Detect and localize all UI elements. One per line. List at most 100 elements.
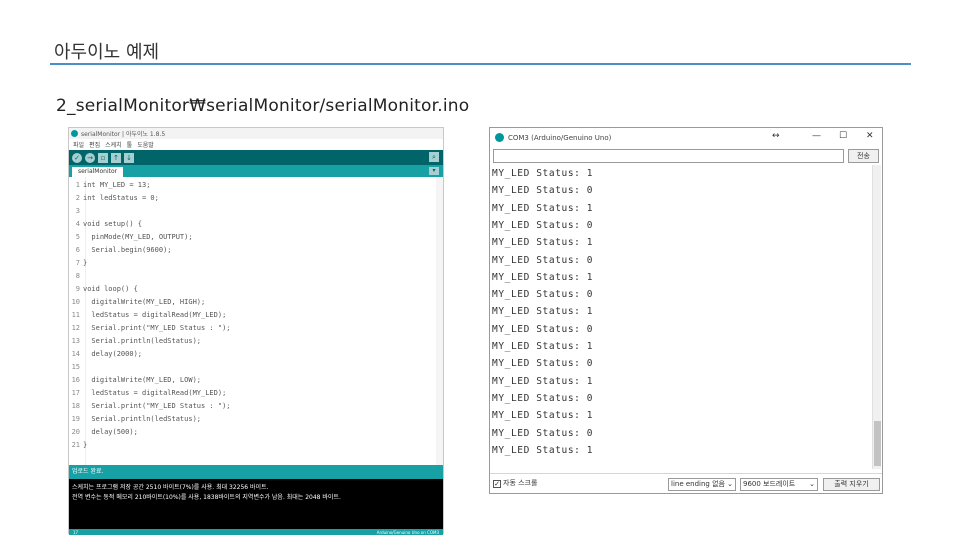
verify-icon[interactable]: ✓	[72, 152, 82, 163]
open-icon[interactable]: ↑	[111, 152, 121, 163]
line-number: 4	[75, 220, 80, 228]
line-number: 6	[75, 246, 80, 254]
code-text: int ledStatus = 0;	[83, 194, 159, 202]
menu-edit[interactable]: 편집	[89, 140, 100, 149]
line-number: 5	[75, 233, 80, 241]
code-text: Serial.print("MY_LED Status : ");	[83, 402, 231, 410]
line-number: 12	[71, 324, 80, 332]
serial-input[interactable]	[493, 149, 844, 163]
code-line: 1 int MY_LED = 13;	[69, 180, 151, 191]
code-line: 11 ledStatus = digitalRead(MY_LED);	[69, 310, 227, 321]
line-number: 18	[71, 402, 80, 410]
code-line: 6 Serial.begin(9600);	[69, 245, 172, 256]
serial-output-line: MY_LED Status: 1	[492, 410, 594, 422]
resize-icon[interactable]: ↔	[772, 131, 780, 141]
serial-output-line: MY_LED Status: 0	[492, 323, 594, 335]
serial-output: MY_LED Status: 1 MY_LED Status: 0 MY_LED S…	[491, 165, 873, 469]
close-icon[interactable]: ✕	[866, 131, 874, 141]
line-number: 1	[75, 181, 80, 189]
code-line: 4 void setup() {	[69, 219, 142, 230]
tab-serialmonitor[interactable]: serialMonitor	[72, 167, 124, 177]
baud-rate-select[interactable]: 9600 보드레이트 ⌄	[740, 478, 818, 491]
menu-file[interactable]: 파일	[73, 140, 84, 149]
ide-toolbar: ✓ → ▫ ↑ ↓ ⌕	[69, 150, 443, 165]
autoscroll-checkbox[interactable]: ✓	[493, 480, 501, 488]
minimize-icon[interactable]: —	[812, 131, 821, 141]
serial-monitor-icon[interactable]: ⌕	[429, 152, 439, 162]
code-text: ledStatus = digitalRead(MY_LED);	[83, 311, 227, 319]
ide-console: 스케치는 프로그램 저장 공간 2510 바이트(7%)를 사용. 최대 322…	[69, 479, 443, 529]
serial-output-line: MY_LED Status: 1	[492, 271, 594, 283]
maximize-icon[interactable]: ☐	[839, 131, 847, 141]
line-number: 13	[71, 337, 80, 345]
serial-output-line: MY_LED Status: 1	[492, 306, 594, 318]
baud-rate-value: 9600 보드레이트	[743, 480, 796, 488]
new-icon[interactable]: ▫	[98, 152, 108, 163]
line-number: 16	[71, 376, 80, 384]
code-text: pinMode(MY_LED, OUTPUT);	[83, 233, 193, 241]
line-number: 10	[71, 298, 80, 306]
ide-status-bar: 업로드 완료.	[69, 465, 443, 479]
ide-tabbar: serialMonitor ▾	[69, 165, 443, 177]
menu-sketch[interactable]: 스케치	[105, 140, 122, 149]
menu-help[interactable]: 도움말	[137, 140, 154, 149]
code-line: 14 delay(2000);	[69, 349, 142, 360]
tab-menu-icon[interactable]: ▾	[429, 167, 439, 175]
line-ending-select[interactable]: line ending 없음 ⌄	[668, 478, 736, 491]
code-line: 16 digitalWrite(MY_LED, LOW);	[69, 375, 201, 386]
code-text: void loop() {	[83, 285, 138, 293]
code-line: 9 void loop() {	[69, 284, 138, 295]
code-line: 15	[69, 362, 83, 373]
code-line: 13 Serial.println(ledStatus);	[69, 336, 201, 347]
serial-output-line: MY_LED Status: 0	[492, 427, 594, 439]
code-text: ledStatus = digitalRead(MY_LED);	[83, 389, 227, 397]
serial-output-line: MY_LED Status: 1	[492, 237, 594, 249]
line-number: 20	[71, 428, 80, 436]
code-text: delay(2000);	[83, 350, 143, 358]
code-text: int MY_LED = 13;	[83, 181, 151, 189]
code-text: }	[83, 259, 88, 267]
serial-output-line: MY_LED Status: 0	[492, 219, 594, 231]
line-number: 3	[75, 207, 80, 215]
serial-monitor-titlebar: COM3 (Arduino/Genuino Uno) ↔ — ☐ ✕	[490, 128, 882, 147]
arduino-logo-icon	[495, 133, 504, 142]
serial-scrollbar[interactable]	[872, 165, 881, 469]
menu-tools[interactable]: 툴	[127, 140, 133, 149]
code-line: 21}	[69, 440, 88, 451]
code-line: 8	[69, 271, 83, 282]
line-number: 17	[71, 389, 80, 397]
code-line: 7}	[69, 258, 87, 269]
clear-output-button[interactable]: 출력 지우기	[823, 478, 880, 491]
editor-scrollbar[interactable]	[436, 177, 443, 465]
code-text: Serial.print("MY_LED Status : ");	[83, 324, 231, 332]
line-number: 9	[75, 285, 80, 293]
autoscroll-label: 자동 스크롤	[503, 479, 538, 487]
chevron-down-icon: ⌄	[809, 480, 815, 488]
chevron-down-icon: ⌄	[727, 480, 733, 488]
line-number: 11	[71, 311, 80, 319]
title-divider	[50, 63, 911, 65]
code-text: }	[83, 441, 88, 449]
serial-output-line: MY_LED Status: 1	[492, 168, 594, 179]
code-text: Serial.begin(9600);	[83, 246, 172, 254]
serial-output-line: MY_LED Status: 0	[492, 392, 594, 404]
line-number: 7	[75, 259, 80, 267]
line-number: 19	[71, 415, 80, 423]
code-text: digitalWrite(MY_LED, LOW);	[83, 376, 202, 384]
serial-output-line: MY_LED Status: 1	[492, 341, 594, 352]
code-line: 2 int ledStatus = 0;	[69, 193, 159, 204]
code-line: 17 ledStatus = digitalRead(MY_LED);	[69, 388, 227, 399]
code-editor[interactable]: 1 int MY_LED = 13; 2 int ledStatus = 0; 3 4 vo…	[69, 177, 443, 465]
serial-output-line: MY_LED Status: 0	[492, 185, 594, 197]
send-button[interactable]: 전송	[848, 149, 879, 163]
serial-monitor-title: COM3 (Arduino/Genuino Uno)	[508, 133, 612, 142]
upload-icon[interactable]: →	[85, 152, 95, 163]
scrollbar-thumb[interactable]	[874, 421, 881, 466]
code-line: 12 Serial.print("MY_LED Status : ");	[69, 323, 231, 334]
cursor-line-number: 17	[73, 529, 79, 535]
save-icon[interactable]: ↓	[124, 152, 134, 163]
line-number: 14	[71, 350, 80, 358]
arduino-ide-window: serialMonitor | 아두이노 1.8.5 파일 편집 스케치 툴 도…	[68, 127, 444, 535]
serial-output-line: MY_LED Status: 0	[492, 289, 594, 301]
line-number: 8	[75, 272, 80, 280]
